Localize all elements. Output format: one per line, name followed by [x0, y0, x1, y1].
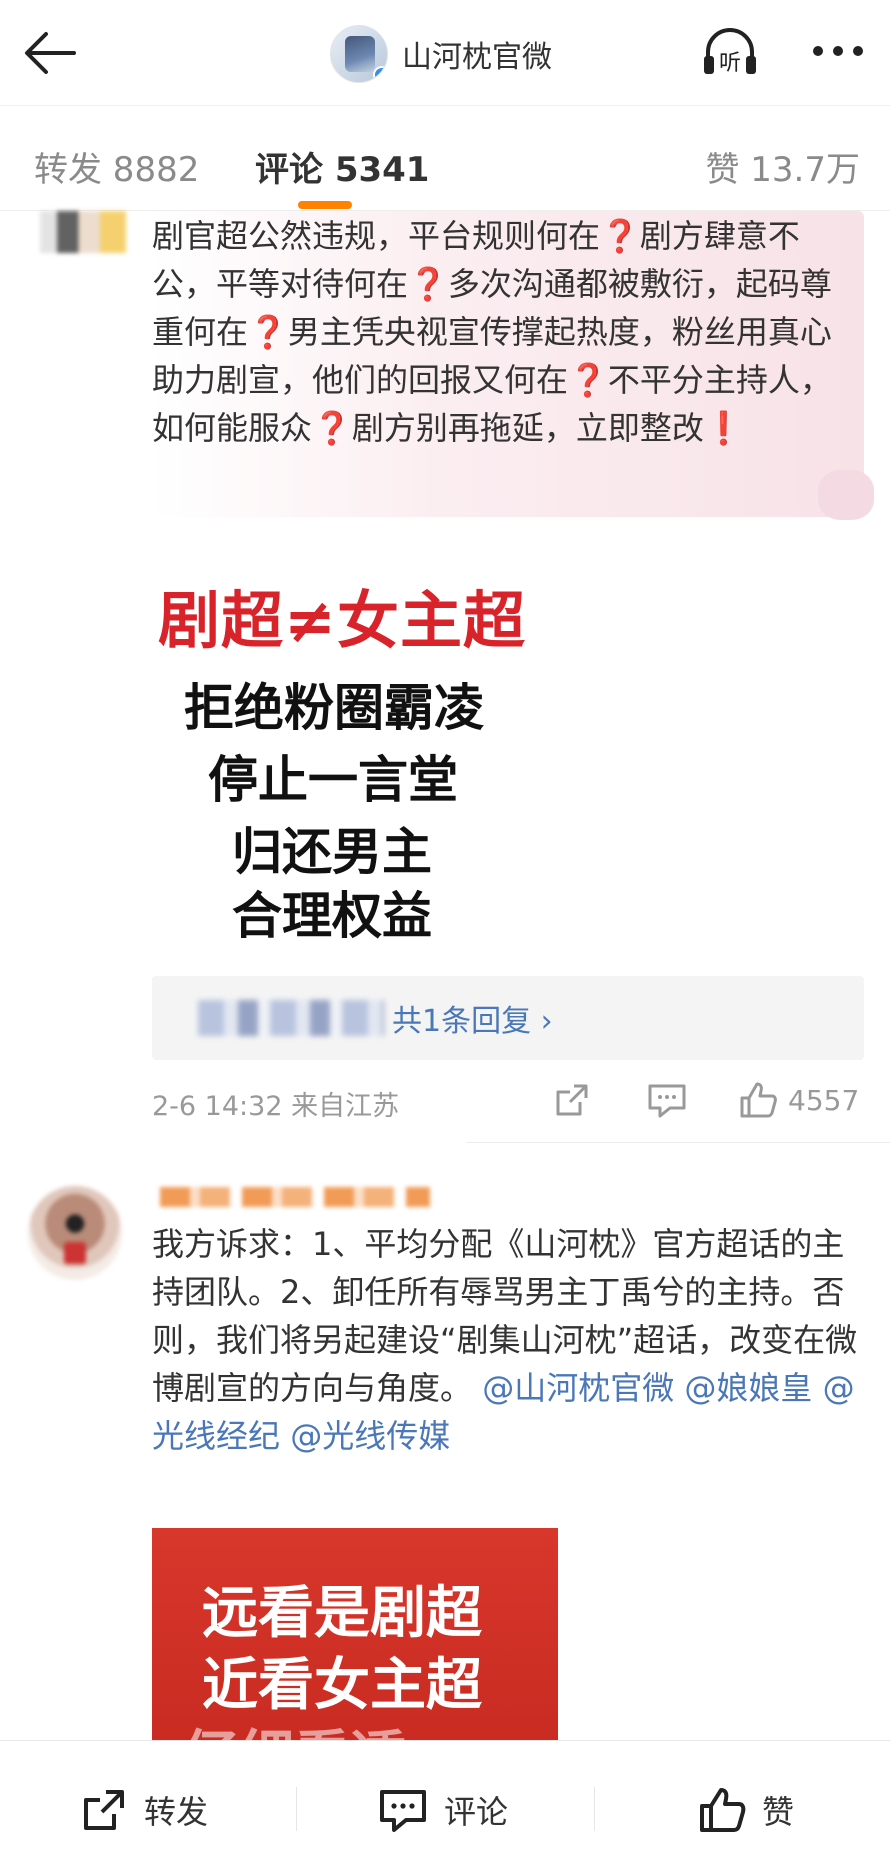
thumbs-up-icon: [740, 1082, 777, 1118]
comment-divider: [466, 1142, 890, 1143]
comment-icon: [380, 1790, 426, 1832]
like-button[interactable]: 赞: [698, 1785, 794, 1835]
comment-segment: 剧官超公然违规，平台规则何在: [152, 217, 601, 255]
interaction-tabs: 转发 8882 评论 5341 赞 13.7万: [0, 105, 890, 211]
more-options-icon[interactable]: [808, 36, 868, 66]
question-mark-emoji: ❓: [600, 217, 640, 255]
image-text-line: 合理权益: [232, 887, 432, 945]
comment-label: 评论: [444, 1793, 509, 1831]
replier-name-blurred: [198, 1000, 384, 1036]
mention-link[interactable]: @光线传媒: [290, 1417, 450, 1455]
thumbs-up-icon: [700, 1788, 746, 1832]
image-text-line: 归还男主: [232, 823, 432, 881]
comment-image[interactable]: 远看是剧超 近看女主超 仔细看透: [152, 1528, 558, 1740]
back-arrow-icon[interactable]: [22, 28, 78, 78]
tab-reposts[interactable]: 转发 8882: [34, 142, 199, 191]
tab-likes[interactable]: 赞 13.7万: [705, 142, 860, 191]
image-text-line: 远看是剧超: [202, 1581, 482, 1646]
share-icon: [84, 1790, 124, 1830]
share-comment-button[interactable]: [552, 1078, 592, 1122]
image-text-line: 停止一言堂: [208, 751, 458, 809]
repost-label: 转发: [144, 1793, 209, 1831]
account-avatar[interactable]: [330, 25, 388, 83]
comment-like-count: 4557: [788, 1083, 860, 1117]
question-mark-emoji: ❓: [312, 409, 352, 447]
commenter-name-blurred[interactable]: [160, 1187, 430, 1207]
comment-button[interactable]: 评论: [378, 1785, 508, 1835]
share-icon: [556, 1084, 588, 1116]
comment-segment: 剧方别再拖延，立即整改: [351, 409, 704, 447]
top-nav-bar: 山河枕官微 听: [0, 0, 890, 105]
exclamation-emoji: ❗: [703, 409, 744, 447]
comment-body: 剧官超公然违规，平台规则何在❓剧方肆意不公，平等对待何在❓多次沟通都被敷衍，起码…: [152, 212, 862, 452]
question-mark-emoji: ❓: [408, 265, 448, 303]
separator: [594, 1787, 595, 1831]
mention-link[interactable]: @娘娘皇: [684, 1369, 812, 1407]
mention-link[interactable]: @山河枕官微: [482, 1369, 674, 1407]
bear-sticker-icon: [818, 470, 874, 520]
listen-label: 听: [719, 51, 741, 76]
image-text-line: 剧超≠女主超: [158, 584, 526, 657]
view-replies-link[interactable]: 共1条回复 ›: [392, 996, 553, 1040]
image-text-line: 拒绝粉圈霸凌: [184, 679, 484, 737]
question-mark-emoji: ❓: [248, 313, 288, 351]
like-label: 赞: [762, 1793, 795, 1831]
comment-timestamp-location: 2-6 14:32 来自江苏: [152, 1091, 400, 1122]
commenter-avatar[interactable]: [40, 211, 126, 253]
repost-button[interactable]: 转发: [80, 1785, 208, 1835]
account-header[interactable]: 山河枕官微: [330, 24, 552, 84]
verified-badge-icon: [373, 66, 387, 82]
listen-headphones-icon[interactable]: 听: [700, 24, 760, 80]
account-name[interactable]: 山河枕官微: [402, 32, 552, 76]
separator: [296, 1787, 297, 1831]
tab-comments[interactable]: 评论 5341: [255, 142, 429, 191]
image-text-line: 仔细看透: [182, 1712, 406, 1740]
reply-comment-button[interactable]: [646, 1078, 688, 1122]
like-comment-button[interactable]: 4557: [738, 1078, 859, 1122]
comment-body: 我方诉求：1、平均分配《山河枕》官方超话的主持团队。2、卸任所有辱骂男主丁禹兮的…: [152, 1220, 864, 1460]
image-text-line: 近看女主超: [202, 1653, 482, 1718]
replies-preview[interactable]: 共1条回复 ›: [152, 976, 864, 1060]
question-mark-emoji: ❓: [568, 361, 608, 399]
comment-icon: [648, 1084, 686, 1118]
active-tab-indicator: [298, 201, 352, 209]
comment-image[interactable]: 剧超≠女主超 拒绝粉圈霸凌 停止一言堂 归还男主 合理权益: [152, 550, 552, 945]
commenter-avatar[interactable]: [28, 1186, 122, 1280]
bottom-action-bar: 转发 评论 赞: [0, 1740, 890, 1876]
